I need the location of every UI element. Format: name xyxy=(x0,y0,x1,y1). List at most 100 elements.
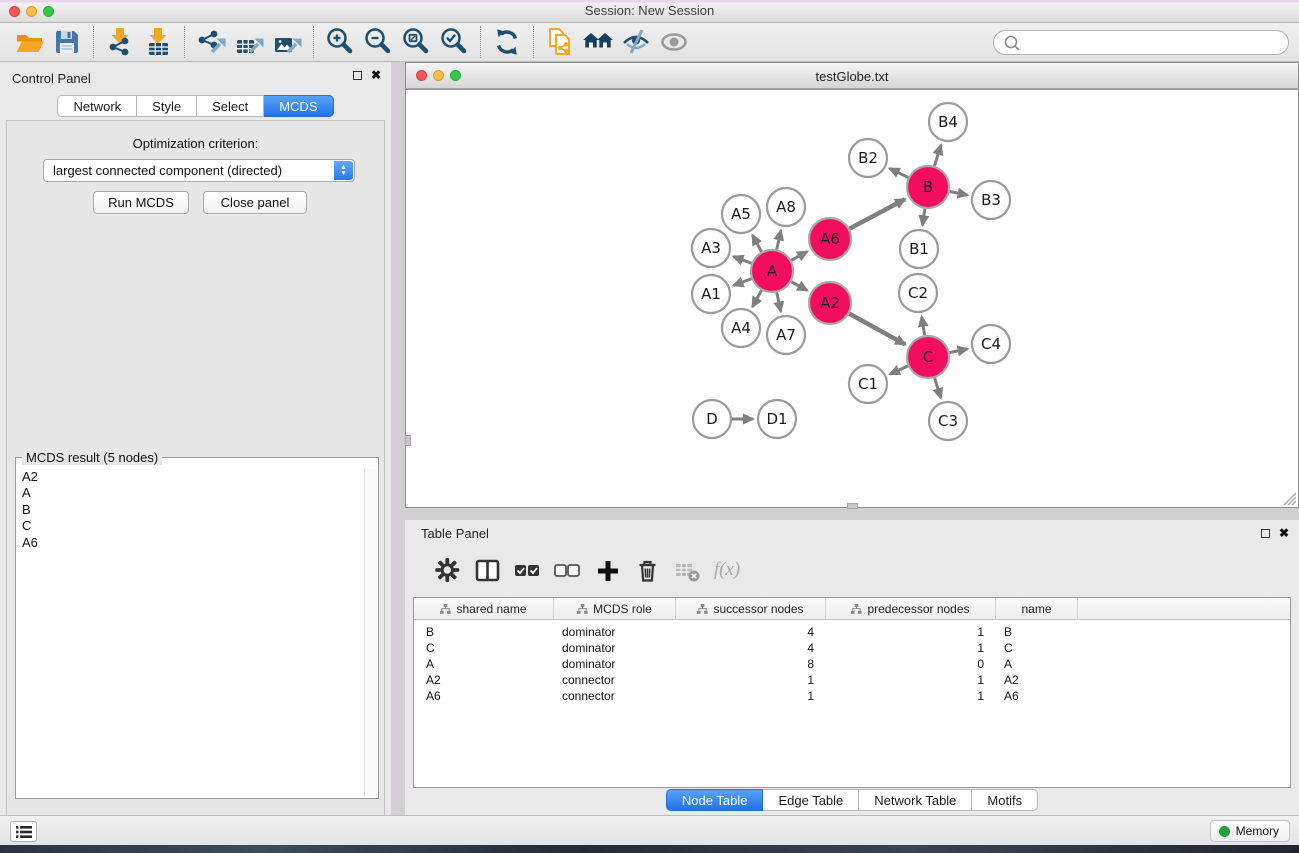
node-D[interactable]: D xyxy=(693,400,731,438)
close-panel-button[interactable]: Close panel xyxy=(203,191,307,214)
close-table-panel-icon[interactable]: ✖ xyxy=(1279,529,1289,538)
search-box[interactable] xyxy=(993,30,1289,55)
export-image-button[interactable] xyxy=(268,25,306,59)
column-header-name[interactable]: name xyxy=(996,598,1078,620)
node-A7[interactable]: A7 xyxy=(767,316,805,354)
table-row[interactable]: A6connector11A6 xyxy=(414,688,1290,704)
resize-grip-icon[interactable] xyxy=(1280,489,1296,505)
node-B3[interactable]: B3 xyxy=(972,181,1010,219)
float-panel-icon[interactable] xyxy=(353,71,362,80)
edge-B-B3[interactable] xyxy=(950,191,968,195)
import-table-button[interactable] xyxy=(139,25,177,59)
node-A5[interactable]: A5 xyxy=(722,195,760,233)
node-C1[interactable]: C1 xyxy=(849,365,887,403)
node-B4[interactable]: B4 xyxy=(929,103,967,141)
tab-mcds[interactable]: MCDS xyxy=(264,95,333,117)
houses-button[interactable] xyxy=(579,25,617,59)
result-item[interactable]: A6 xyxy=(18,535,362,551)
node-A3[interactable]: A3 xyxy=(692,229,730,267)
delete-table-button[interactable] xyxy=(667,553,707,587)
edge-A-A2[interactable] xyxy=(791,282,807,291)
column-header-MCDS-role[interactable]: MCDS role xyxy=(554,598,676,620)
criterion-dropdown[interactable]: largest connected component (directed) ▲… xyxy=(43,159,355,182)
table-row[interactable]: Adominator80A xyxy=(414,656,1290,672)
node-A1[interactable]: A1 xyxy=(692,275,730,313)
node-B1[interactable]: B1 xyxy=(900,230,938,268)
node-C4[interactable]: C4 xyxy=(972,325,1010,363)
zoom-out-button[interactable] xyxy=(359,25,397,59)
edge-A-A1[interactable] xyxy=(733,279,751,286)
column-header-shared-name[interactable]: shared name xyxy=(414,598,554,620)
task-history-button[interactable] xyxy=(10,821,37,842)
column-header-successor-nodes[interactable]: successor nodes xyxy=(676,598,826,620)
tab-node-table[interactable]: Node Table xyxy=(666,789,764,811)
result-item[interactable]: B xyxy=(18,502,362,518)
table-row[interactable]: Cdominator41C xyxy=(414,640,1290,656)
memory-button[interactable]: Memory xyxy=(1210,820,1290,842)
edge-A-A8[interactable] xyxy=(777,230,781,249)
node-A2[interactable]: A2 xyxy=(809,282,851,324)
node-A6[interactable]: A6 xyxy=(809,218,851,260)
column-header-predecessor-nodes[interactable]: predecessor nodes xyxy=(826,598,996,620)
node-A4[interactable]: A4 xyxy=(722,309,760,347)
table-row[interactable]: A2connector11A2 xyxy=(414,672,1290,688)
table-settings-button[interactable] xyxy=(427,553,467,587)
edge-B-B2[interactable] xyxy=(890,168,909,177)
network-window-titlebar[interactable]: testGlobe.txt xyxy=(406,63,1298,89)
export-table-button[interactable] xyxy=(230,25,268,59)
result-item[interactable]: A2 xyxy=(18,469,362,485)
refresh-network-button[interactable] xyxy=(488,25,526,59)
network-document-button[interactable] xyxy=(541,25,579,59)
node-A[interactable]: A xyxy=(751,250,793,292)
edge-C-C4[interactable] xyxy=(950,349,968,353)
edge-B-B4[interactable] xyxy=(934,145,940,166)
tab-edge-table[interactable]: Edge Table xyxy=(763,789,859,811)
node-C[interactable]: C xyxy=(907,336,949,378)
edge-A-A4[interactable] xyxy=(752,290,761,307)
save-session-button[interactable] xyxy=(48,25,86,59)
edge-C-C3[interactable] xyxy=(935,378,941,398)
edge-A6-B[interactable] xyxy=(849,199,905,229)
search-input[interactable] xyxy=(1022,33,1288,53)
result-scrollbar[interactable] xyxy=(364,469,377,796)
delete-column-button[interactable] xyxy=(627,553,667,587)
select-all-checks-button[interactable] xyxy=(507,553,547,587)
edge-A-A7[interactable] xyxy=(777,292,781,311)
node-C2[interactable]: C2 xyxy=(899,274,937,312)
close-panel-icon[interactable]: ✖ xyxy=(371,71,381,80)
add-column-button[interactable] xyxy=(587,553,627,587)
edge-A2-C[interactable] xyxy=(849,314,905,345)
edge-B-B1[interactable] xyxy=(922,209,924,225)
table-row[interactable]: Bdominator41B xyxy=(414,624,1290,640)
network-canvas[interactable]: B4B2BB3A5A8A6A3B1AA1C2A2A4A7CC4C1C3DD1 xyxy=(406,89,1298,507)
node-B[interactable]: B xyxy=(907,166,949,208)
show-details-button[interactable] xyxy=(655,25,693,59)
node-A8[interactable]: A8 xyxy=(767,188,805,226)
import-network-button[interactable] xyxy=(101,25,139,59)
hide-details-button[interactable] xyxy=(617,25,655,59)
tab-style[interactable]: Style xyxy=(137,95,197,117)
export-network-button[interactable] xyxy=(192,25,230,59)
function-builder-button[interactable]: f(x) xyxy=(707,553,747,587)
tab-network-table[interactable]: Network Table xyxy=(859,789,972,811)
edge-C-C2[interactable] xyxy=(922,317,925,336)
node-D1[interactable]: D1 xyxy=(758,400,796,438)
tab-motifs[interactable]: Motifs xyxy=(972,789,1038,811)
edge-A-A5[interactable] xyxy=(752,235,761,252)
table-columns-button[interactable] xyxy=(467,553,507,587)
edge-A-A6[interactable] xyxy=(791,252,807,261)
zoom-fit-button[interactable] xyxy=(397,25,435,59)
edge-A-A3[interactable] xyxy=(733,256,751,263)
clear-checks-button[interactable] xyxy=(547,553,587,587)
run-mcds-button[interactable]: Run MCDS xyxy=(93,191,189,214)
result-item[interactable]: A xyxy=(18,485,362,501)
zoom-selected-button[interactable] xyxy=(435,25,473,59)
result-item[interactable]: C xyxy=(18,518,362,534)
node-B2[interactable]: B2 xyxy=(849,139,887,177)
open-file-button[interactable] xyxy=(10,25,48,59)
edge-C-C1[interactable] xyxy=(890,366,908,374)
tab-network[interactable]: Network xyxy=(57,95,137,117)
zoom-in-button[interactable] xyxy=(321,25,359,59)
float-table-panel-icon[interactable] xyxy=(1261,529,1270,538)
tab-select[interactable]: Select xyxy=(197,95,264,117)
